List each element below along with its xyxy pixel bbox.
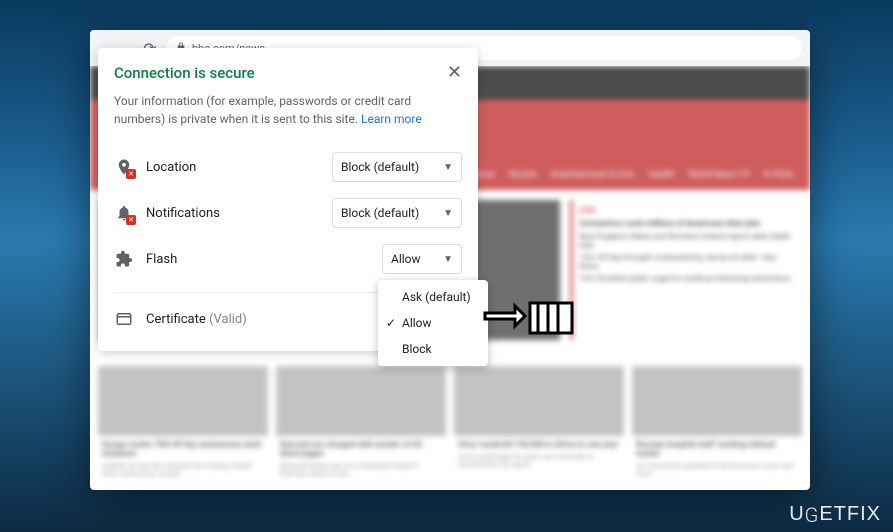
card-desc: Ahmaud Arbery was on a residential stree… bbox=[276, 462, 446, 482]
subnav-item[interactable]: Health bbox=[648, 170, 674, 180]
notifications-icon: ✕ bbox=[114, 203, 134, 223]
certificate-status: (Valid) bbox=[209, 312, 247, 327]
news-card[interactable]: Russian hospital staff 'working without … bbox=[632, 366, 802, 482]
popup-title: Connection is secure bbox=[114, 64, 255, 82]
dropdown-option-allow[interactable]: Allow bbox=[378, 310, 488, 336]
notifications-label: Notifications bbox=[146, 206, 320, 221]
notifications-select[interactable]: Block (default) ▼ bbox=[332, 198, 462, 228]
card-image bbox=[632, 366, 802, 436]
flash-select[interactable]: Allow ▼ bbox=[382, 244, 462, 274]
pointing-hand-icon bbox=[480, 288, 580, 352]
permission-row-location: ✕ Location Block (default) ▼ bbox=[114, 144, 462, 190]
permission-row-flash: Flash Allow ▼ bbox=[114, 236, 462, 282]
card-image bbox=[98, 366, 268, 436]
news-card[interactable]: Virus 'could kill 190,000 in Africa in o… bbox=[454, 366, 624, 482]
news-card[interactable]: Dad and son charged with murder of US bl… bbox=[276, 366, 446, 482]
learn-more-link[interactable]: Learn more bbox=[361, 112, 422, 126]
live-badge: LIVE bbox=[579, 206, 794, 215]
card-title: Virus 'could kill 190,000 in Africa in o… bbox=[454, 436, 624, 453]
subnav-item[interactable]: Entertainment & Arts bbox=[551, 170, 634, 180]
card-desc: As coronavirus spreads in the provinces,… bbox=[632, 462, 802, 482]
certificate-icon bbox=[114, 309, 134, 329]
subnav-item[interactable]: World News TV bbox=[689, 170, 750, 180]
card-title: Dad and son charged with murder of US bl… bbox=[276, 436, 446, 462]
chevron-down-icon: ▼ bbox=[443, 208, 453, 219]
location-label: Location bbox=[146, 160, 320, 175]
popup-header: Connection is secure ✕ bbox=[114, 64, 462, 82]
live-item: Now England, Wales and Northern Ireland … bbox=[579, 232, 794, 250]
chevron-down-icon: ▼ bbox=[443, 162, 453, 173]
live-headline: Coronavirus costs millions of Americans … bbox=[579, 219, 794, 228]
card-desc: Virus could linger for years and 'smould… bbox=[454, 453, 624, 473]
flash-icon bbox=[114, 249, 134, 269]
blocked-badge-icon: ✕ bbox=[126, 169, 136, 179]
card-desc: Leaders across the continent are holding… bbox=[98, 462, 268, 482]
flash-label: Flash bbox=[146, 252, 370, 267]
subnav-item[interactable]: Stories bbox=[509, 170, 537, 180]
location-select[interactable]: Block (default) ▼ bbox=[332, 152, 462, 182]
news-card[interactable]: Europe marks 75th VE Day anniversary ami… bbox=[98, 366, 268, 482]
watermark: UGETFIX bbox=[789, 501, 881, 526]
popup-description: Your information (for example, passwords… bbox=[114, 92, 462, 128]
dropdown-option-ask[interactable]: Ask (default) bbox=[378, 284, 488, 310]
card-image bbox=[276, 366, 446, 436]
close-icon[interactable]: ✕ bbox=[447, 64, 462, 82]
flash-dropdown-menu: Ask (default) Allow Block bbox=[378, 280, 488, 366]
live-item: 12m Scottish public urged to continue fo… bbox=[579, 274, 794, 283]
cards-row: Europe marks 75th VE Day anniversary ami… bbox=[90, 358, 810, 490]
certificate-label: Certificate (Valid) bbox=[146, 312, 247, 327]
card-image bbox=[454, 366, 624, 436]
card-title: Russian hospital staff 'working without … bbox=[632, 436, 802, 462]
card-title: Europe marks 75th VE Day anniversary ami… bbox=[98, 436, 268, 462]
live-story[interactable]: LIVE Coronavirus costs millions of Ameri… bbox=[570, 200, 800, 340]
blocked-badge-icon: ✕ bbox=[126, 215, 136, 225]
live-item: 12m VE Day brought 'overpowering' sense … bbox=[579, 253, 794, 271]
subnav-item[interactable]: In Pictu bbox=[764, 170, 794, 180]
chevron-down-icon: ▼ bbox=[443, 254, 453, 265]
location-icon: ✕ bbox=[114, 157, 134, 177]
permission-row-notifications: ✕ Notifications Block (default) ▼ bbox=[114, 190, 462, 236]
dropdown-option-block[interactable]: Block bbox=[378, 336, 488, 362]
